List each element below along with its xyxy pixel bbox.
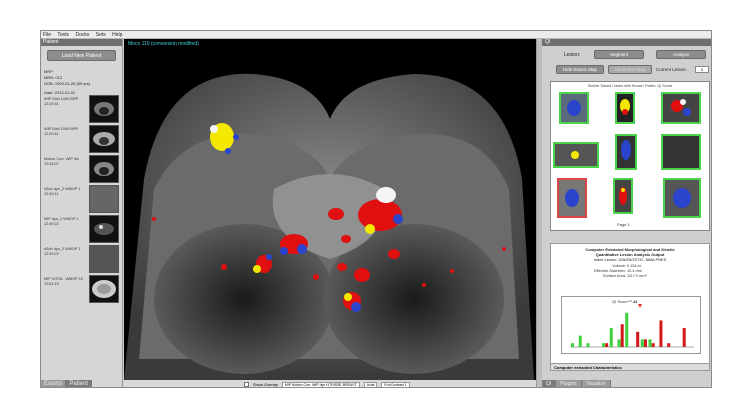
diameter-value: 10.4 mm <box>627 269 642 273</box>
case-thumbnail[interactable] <box>613 178 633 214</box>
series-time: 12:49:22 <box>44 222 59 226</box>
series-select[interactable]: MIP Motion Corr. WIP dyn t1TRISSE BREAST <box>281 381 360 387</box>
surface-value: 1117.0 mm² <box>627 274 647 278</box>
benign-bar <box>640 339 644 347</box>
series-list: WIP Dix0 1000 BRP 12:20:41 WIP Dix0 1000 … <box>41 95 123 305</box>
right-tabs: QI Plugins Visualize <box>542 380 711 387</box>
volume-value: 0.154 cc <box>627 264 642 268</box>
tab-exams[interactable]: Exams <box>41 380 67 387</box>
series-time: 12:49:22 <box>44 252 59 256</box>
case-thumbnail[interactable] <box>557 178 587 218</box>
colormap-select[interactable]: EnhContrast 1 <box>381 381 410 387</box>
hide-kinetic-map-button[interactable]: Hide Kinetic Map <box>556 65 604 74</box>
similar-cases-gallery: Similar Saved Cases with Known Truths: Q… <box>550 81 710 231</box>
series-time: 12:43:07 <box>44 162 59 166</box>
current-lesion-select[interactable]: 1 <box>695 66 709 73</box>
benign-bar <box>648 339 652 347</box>
benign-bar <box>578 335 582 347</box>
series-thumbnail[interactable] <box>89 245 119 273</box>
malignant-bar <box>682 328 686 347</box>
lesion-label: Lesion: <box>564 52 581 58</box>
benign-bar <box>625 312 629 347</box>
menu-sets[interactable]: Sets <box>96 32 106 38</box>
gallery-title: Similar Saved Cases with Known Truths: Q… <box>587 84 673 88</box>
benign-bar <box>617 339 621 347</box>
segment-button[interactable]: Segment <box>594 50 644 59</box>
series-time: 12:20:41 <box>44 132 59 136</box>
surface-label: Surface Area: <box>602 274 626 278</box>
series-item[interactable]: WIP Dix0 1000 BRP 12:20:41 <box>41 125 123 155</box>
case-thumbnail[interactable] <box>663 178 701 218</box>
tab-visualize[interactable]: Visualize <box>581 380 611 387</box>
series-time: 12:51:15 <box>44 282 59 286</box>
malignant-bar <box>667 343 671 347</box>
qi-panel-title: QI <box>542 39 711 46</box>
analyze-button[interactable]: Analyze <box>656 50 706 59</box>
series-item[interactable]: sSub dyn_2 WMOP 1 12:43:11 <box>41 185 123 215</box>
malignant-bar <box>605 343 609 347</box>
case-thumbnail[interactable] <box>661 92 701 124</box>
malignant-bar <box>659 320 663 347</box>
case-thumbnail[interactable] <box>615 92 635 124</box>
malignant-bar <box>651 343 655 347</box>
menu-help[interactable]: Help <box>112 32 122 38</box>
series-time: 12:43:11 <box>44 192 59 196</box>
case-thumbnail[interactable] <box>559 92 589 124</box>
series-thumbnail[interactable] <box>89 215 119 243</box>
series-item[interactable]: MIP VISTA - WMOP 1E 12:51:15 <box>41 275 123 305</box>
case-thumbnail[interactable] <box>661 134 701 170</box>
current-lesion-label: Current Lesion: <box>656 67 687 72</box>
menu-docks[interactable]: Docks <box>75 32 89 38</box>
menu-file[interactable]: File <box>43 32 51 38</box>
load-patient-button[interactable]: Load New Patient <box>47 50 116 61</box>
series-thumbnail[interactable] <box>89 155 119 183</box>
qi-panel: QI Lesion: Segment Analyze Hide Kinetic … <box>542 39 711 387</box>
case-thumbnail[interactable] <box>615 134 637 170</box>
show-overlay-label: Show Overlay <box>253 382 278 387</box>
series-thumbnail[interactable] <box>89 185 119 213</box>
menu-tools[interactable]: Tools <box>57 32 69 38</box>
tab-patient[interactable]: Patient <box>66 380 93 387</box>
viewer-label: Moco 110 (conversion modified) <box>128 41 199 47</box>
show-map-button[interactable]: Show Ktm Map <box>608 65 652 74</box>
orientation-select[interactable]: Axial <box>363 381 378 387</box>
series-item[interactable]: MIP dyn_2 WMOP 1 12:49:22 <box>41 215 123 245</box>
series-thumbnail[interactable] <box>89 95 119 123</box>
malignant-bar <box>636 331 640 347</box>
benign-bar <box>571 343 574 347</box>
benign-bar <box>609 328 613 347</box>
patient-panel-title: Patient <box>41 39 122 46</box>
benign-bar <box>602 343 605 347</box>
mri-image <box>124 39 536 380</box>
series-item[interactable]: Motion Corr. WIP dix 12:43:07 <box>41 155 123 185</box>
qi-histogram: QI Score™ 44 <box>561 296 701 354</box>
menu-bar: File Tools Docks Sets Help <box>41 31 711 39</box>
tab-plugins[interactable]: Plugins <box>556 380 582 387</box>
mri-viewer[interactable]: Moco 110 (conversion modified) <box>124 39 536 380</box>
case-thumbnail[interactable] <box>553 142 599 168</box>
patient-panel: Patient Load New Patient MRP MRN: 012 DO… <box>41 39 123 387</box>
series-thumbnail[interactable] <box>89 275 119 303</box>
report-lesion: Index Lesion: DIAGNOSTIC: NMA PNES <box>593 257 667 262</box>
malignant-bar <box>643 339 647 347</box>
gallery-page-label: Page 1 <box>617 222 630 227</box>
series-time: 12:20:41 <box>44 102 59 106</box>
series-thumbnail[interactable] <box>89 125 119 153</box>
overlay-checkbox[interactable] <box>244 382 249 387</box>
series-item[interactable]: WIP Dix0 1000 BRP 12:20:41 <box>41 95 123 125</box>
malignant-bar <box>620 324 624 347</box>
histogram-bars <box>570 312 694 348</box>
tab-qi[interactable]: QI <box>542 380 557 387</box>
app-window: File Tools Docks Sets Help Patient Load … <box>40 30 712 388</box>
series-item[interactable]: sSub dyn_2 WMOP 1 12:49:22 <box>41 245 123 275</box>
analysis-report: Computer Extracted Morphological and Kin… <box>550 243 710 371</box>
viewer-toolbar: Show Overlay MIP Motion Corr. WIP dyn t1… <box>124 380 536 387</box>
patient-dob: DOB: 1900-01-26 (59 yrs) <box>44 81 91 86</box>
characteristics-bar[interactable]: Computer extracted Characteristics <box>551 363 709 370</box>
left-tabs: Exams Patient <box>41 380 123 387</box>
benign-bar <box>586 343 590 347</box>
patient-info: MRP MRN: 012 DOB: 1900-01-26 (59 yrs) Da… <box>41 61 122 96</box>
